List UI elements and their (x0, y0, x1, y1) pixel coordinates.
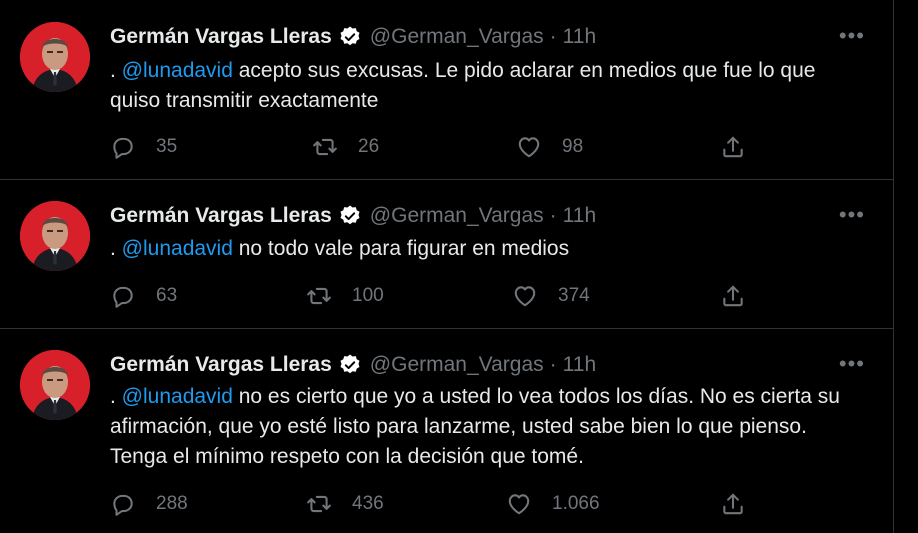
tweet-text-prefix: . (110, 59, 122, 82)
reply-count: 35 (156, 136, 178, 157)
tweet-header: Germán Vargas Lleras @German_Vargas · 11… (110, 202, 873, 230)
author-name[interactable]: Germán Vargas Lleras (110, 25, 332, 49)
avatar[interactable] (20, 201, 90, 271)
like-count: 98 (562, 136, 584, 157)
retweet-count: 100 (352, 285, 384, 306)
reply-button[interactable]: 35 (110, 132, 177, 162)
like-button[interactable]: 374 (512, 281, 590, 311)
author-handle[interactable]: @German_Vargas (370, 204, 544, 228)
tweet[interactable]: Germán Vargas Lleras @German_Vargas · 11… (0, 180, 893, 329)
retweet-count: 26 (358, 136, 380, 157)
mention-link[interactable]: @lunadavid (122, 237, 233, 260)
retweet-icon (307, 287, 331, 305)
tweet-time[interactable]: 11h (563, 353, 596, 377)
more-options-icon[interactable]: ••• (839, 353, 865, 375)
share-icon (723, 285, 743, 307)
tweet-text: . @lunadavid no es cierto que yo a usted… (110, 382, 863, 472)
mention-link[interactable]: @lunadavid (122, 59, 233, 82)
retweet-count: 436 (352, 493, 384, 514)
tweet-actions: 288 436 1.066 (110, 489, 873, 519)
tweet-actions: 35 26 98 (110, 132, 873, 162)
verified-badge-icon (338, 353, 362, 377)
separator-dot: · (549, 25, 557, 48)
tweet[interactable]: Germán Vargas Lleras @German_Vargas · 11… (0, 0, 893, 180)
tweet-text: . @lunadavid no todo vale para figurar e… (110, 234, 863, 264)
retweet-icon (307, 495, 331, 513)
reply-button[interactable]: 63 (110, 281, 177, 311)
tweet[interactable]: Germán Vargas Lleras @German_Vargas · 11… (0, 329, 893, 533)
like-button[interactable]: 98 (516, 132, 583, 162)
author-handle[interactable]: @German_Vargas (370, 353, 544, 377)
share-button[interactable] (720, 132, 746, 162)
reply-icon (113, 494, 133, 516)
tweet-text: . @lunadavid acepto sus excusas. Le pido… (110, 56, 863, 116)
reply-icon (113, 137, 133, 159)
tweet-header: Germán Vargas Lleras @German_Vargas · 11… (110, 351, 873, 379)
tweet-actions: 63 100 374 (110, 281, 873, 311)
tweet-header: Germán Vargas Lleras @German_Vargas · 11… (110, 23, 873, 51)
timeline-feed: Germán Vargas Lleras @German_Vargas · 11… (0, 0, 894, 533)
author-name[interactable]: Germán Vargas Lleras (110, 204, 332, 228)
reply-button[interactable]: 288 (110, 489, 188, 519)
like-count: 374 (558, 285, 590, 306)
retweet-button[interactable]: 26 (312, 132, 379, 162)
heart-icon (508, 494, 530, 515)
separator-dot: · (549, 204, 557, 227)
tweet-text-body: no todo vale para figurar en medios (232, 237, 570, 260)
tweet-text-prefix: . (110, 385, 122, 408)
verified-badge-icon (338, 25, 362, 49)
share-button[interactable] (720, 281, 746, 311)
tweet-time[interactable]: 11h (563, 25, 596, 49)
like-count: 1.066 (552, 493, 600, 514)
avatar[interactable] (20, 350, 90, 420)
heart-icon (518, 137, 540, 158)
tweet-time[interactable]: 11h (563, 204, 596, 228)
verified-badge-icon (338, 204, 362, 228)
author-handle[interactable]: @German_Vargas (370, 25, 544, 49)
more-options-icon[interactable]: ••• (839, 25, 865, 47)
retweet-icon (313, 138, 337, 156)
reply-icon (113, 286, 133, 308)
heart-icon (514, 286, 536, 307)
avatar[interactable] (20, 22, 90, 92)
share-button[interactable] (720, 489, 746, 519)
mention-link[interactable]: @lunadavid (122, 385, 233, 408)
share-icon (723, 493, 743, 515)
author-name[interactable]: Germán Vargas Lleras (110, 353, 332, 377)
retweet-button[interactable]: 436 (306, 489, 384, 519)
separator-dot: · (549, 353, 557, 376)
tweet-text-prefix: . (110, 237, 122, 260)
share-icon (723, 136, 743, 158)
like-button[interactable]: 1.066 (506, 489, 600, 519)
more-options-icon[interactable]: ••• (839, 204, 865, 226)
reply-count: 288 (156, 493, 188, 514)
retweet-button[interactable]: 100 (306, 281, 384, 311)
reply-count: 63 (156, 285, 178, 306)
